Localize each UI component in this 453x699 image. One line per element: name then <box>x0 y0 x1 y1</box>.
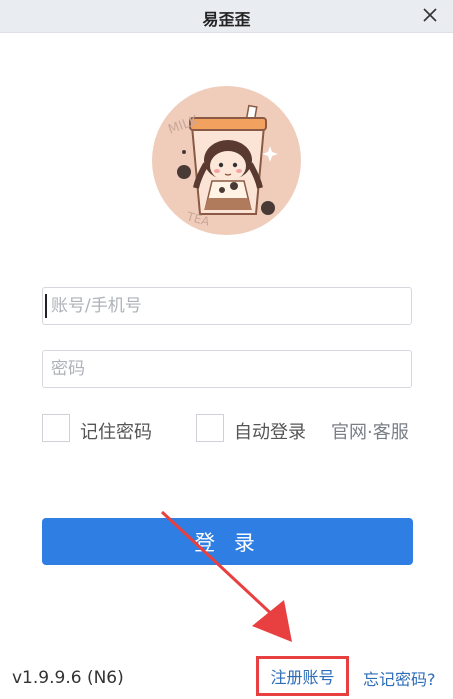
register-account-link[interactable]: 注册账号 <box>256 656 349 696</box>
account-input[interactable] <box>43 288 411 324</box>
remember-password-label[interactable]: 记住密码 <box>80 418 152 444</box>
text-caret <box>45 294 47 318</box>
version-label: v1.9.9.6 (N6) <box>12 668 124 688</box>
auto-login-checkbox[interactable] <box>196 414 224 442</box>
avatar: MILK TEA <box>152 86 301 235</box>
account-field[interactable] <box>42 287 412 325</box>
remember-password-checkbox[interactable] <box>42 414 70 442</box>
password-input[interactable] <box>43 351 411 387</box>
window-title: 易歪歪 <box>202 10 251 29</box>
bubble-tea-girl-illustration: MILK TEA <box>166 104 278 229</box>
official-site-service-link[interactable]: 官网·客服 <box>331 418 409 444</box>
close-icon[interactable] <box>419 4 441 26</box>
forgot-password-link[interactable]: 忘记密码? <box>363 666 436 690</box>
auto-login-label[interactable]: 自动登录 <box>234 418 306 444</box>
password-field[interactable] <box>42 350 412 388</box>
title-bar: 易歪歪 <box>0 0 453 33</box>
login-button[interactable]: 登 录 <box>42 518 413 565</box>
